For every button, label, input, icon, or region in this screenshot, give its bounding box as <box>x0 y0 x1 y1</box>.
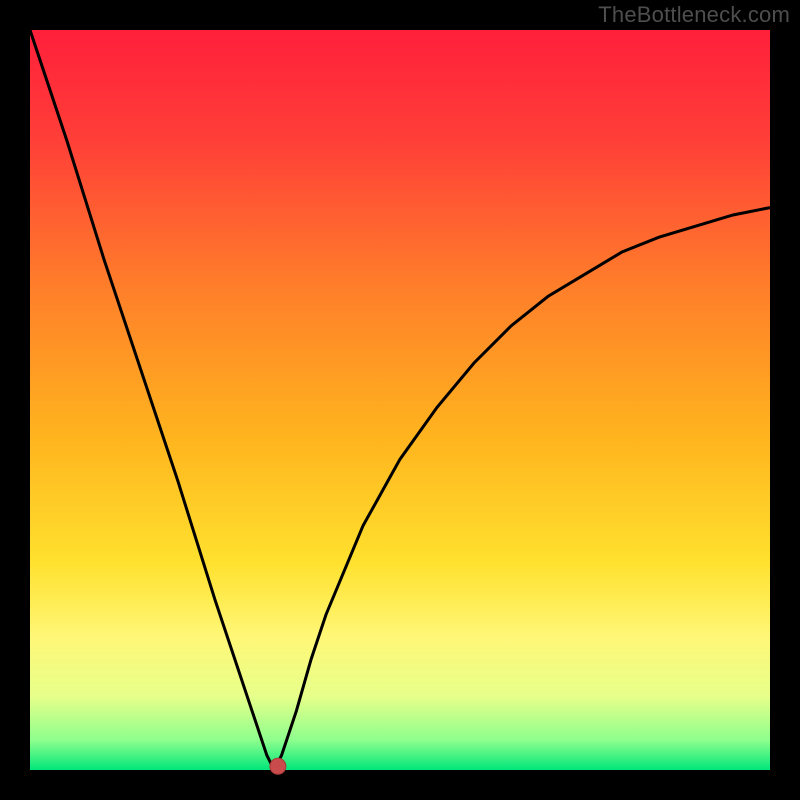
chart-container: TheBottleneck.com <box>0 0 800 800</box>
bottleneck-chart <box>0 0 800 800</box>
optimal-point-marker <box>270 758 286 774</box>
plot-area <box>30 30 770 770</box>
watermark-text: TheBottleneck.com <box>598 2 790 28</box>
